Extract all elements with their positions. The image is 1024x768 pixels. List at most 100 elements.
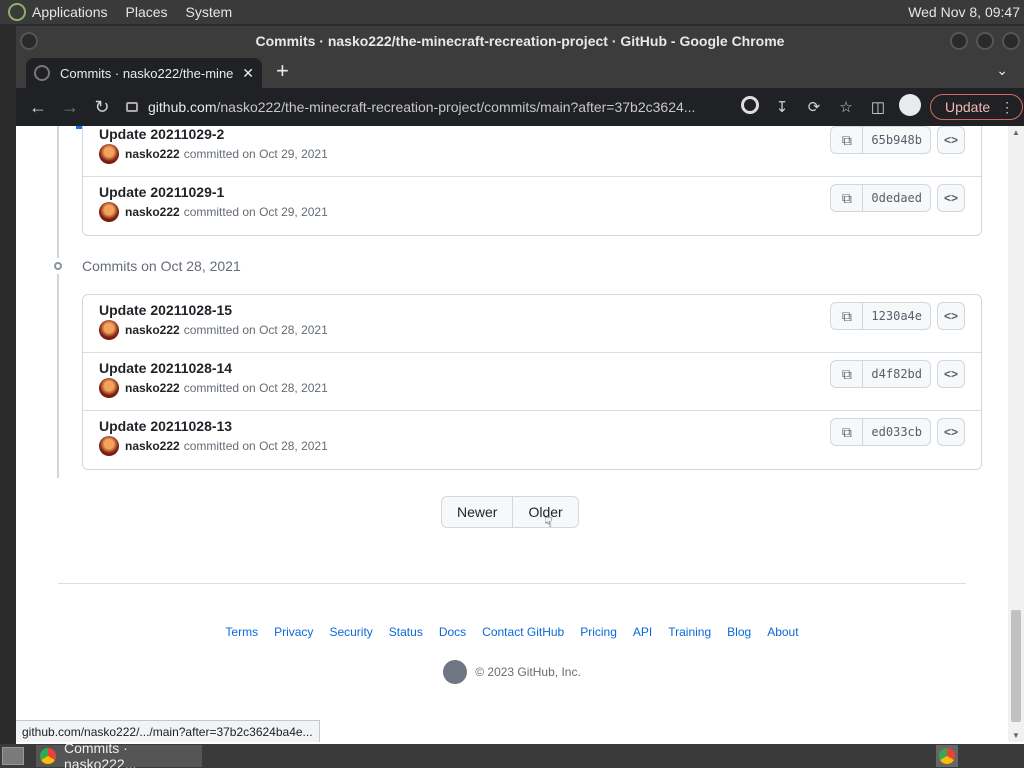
close-window-icon[interactable]	[1002, 32, 1020, 50]
scroll-down-icon[interactable]: ▼	[1012, 731, 1020, 740]
distro-logo-icon[interactable]	[8, 3, 26, 21]
copy-sha-icon[interactable]: ⧉	[831, 303, 864, 329]
window-menu-icon[interactable]	[20, 32, 38, 50]
scroll-up-icon[interactable]: ▲	[1012, 128, 1020, 137]
taskbar: Commits · nasko222...	[0, 740, 1024, 768]
new-tab-button[interactable]: +	[276, 58, 289, 84]
browser-toolbar: ← → ↻ github.com/nasko222/the-minecraft-…	[16, 88, 1024, 126]
tray-chrome-icon[interactable]	[936, 745, 958, 767]
google-lens-icon[interactable]	[734, 96, 766, 118]
applications-menu[interactable]: Applications	[32, 4, 108, 20]
url-host: github.com	[148, 99, 217, 115]
reload-icon[interactable]: ↻	[86, 97, 118, 118]
commit-sha[interactable]: 0dedaed	[863, 185, 930, 211]
github-mark-icon[interactable]	[443, 660, 468, 684]
commit-message[interactable]: Update 20211028-14	[99, 360, 232, 376]
install-app-icon[interactable]: ↧	[766, 98, 798, 116]
browse-repo-code-icon[interactable]: <>	[937, 418, 965, 446]
profile-avatar[interactable]	[894, 94, 926, 120]
top-panel: Applications Places System Wed Nov 8, 09…	[0, 0, 1024, 24]
page-viewport: Update 20211029-2 nasko222 committed on O…	[16, 126, 1008, 742]
bookmark-star-icon[interactable]: ☆	[830, 98, 862, 116]
kebab-menu-icon[interactable]: ⋮	[1000, 99, 1014, 116]
commit-author[interactable]: nasko222	[125, 323, 180, 337]
tab-close-icon[interactable]: ✕	[242, 65, 254, 82]
commit-row: Update 20211029-2 nasko222 committed on O…	[83, 126, 981, 177]
footer-links: Terms Privacy Security Status Docs Conta…	[16, 625, 1008, 639]
author-avatar[interactable]	[99, 436, 119, 456]
footer-link-about[interactable]: About	[767, 625, 798, 639]
lock-icon[interactable]	[126, 102, 138, 112]
footer-link-terms[interactable]: Terms	[225, 625, 258, 639]
browse-repo-code-icon[interactable]: <>	[937, 360, 965, 388]
pointer-hand-icon: ☟	[544, 514, 553, 530]
update-chrome-button[interactable]: Update ⋮	[930, 94, 1024, 120]
author-avatar[interactable]	[99, 320, 119, 340]
github-favicon-icon	[34, 65, 50, 81]
copy-sha-icon[interactable]: ⧉	[831, 127, 864, 153]
commit-message[interactable]: Update 20211028-13	[99, 418, 232, 434]
commit-message[interactable]: Update 20211028-15	[99, 302, 232, 318]
maximize-icon[interactable]	[976, 32, 994, 50]
footer-link-blog[interactable]: Blog	[727, 625, 751, 639]
footer-link-api[interactable]: API	[633, 625, 652, 639]
scrollbar-thumb[interactable]	[1011, 610, 1021, 722]
copyright-text: © 2023 GitHub, Inc.	[475, 665, 581, 679]
browse-repo-code-icon[interactable]: <>	[937, 126, 965, 154]
commit-author[interactable]: nasko222	[125, 381, 180, 395]
commit-row: Update 20211029-1 nasko222 committed on O…	[83, 177, 981, 235]
system-menu[interactable]: System	[186, 4, 233, 20]
timeline-line	[57, 126, 59, 258]
copy-sha-icon[interactable]: ⧉	[831, 185, 864, 211]
commit-author[interactable]: nasko222	[125, 205, 180, 219]
page-scrollbar[interactable]: ▲ ▼	[1008, 126, 1024, 742]
tab-search-chevron-icon[interactable]: ⌄	[996, 62, 1008, 79]
window-titlebar[interactable]: Commits · nasko222/the-minecraft-recreat…	[16, 26, 1024, 56]
browse-repo-code-icon[interactable]: <>	[937, 184, 965, 212]
commit-sha[interactable]: 65b948b	[863, 127, 930, 153]
footer-link-security[interactable]: Security	[329, 625, 372, 639]
commit-sha[interactable]: d4f82bd	[863, 361, 930, 387]
taskbar-chrome-window[interactable]: Commits · nasko222...	[36, 740, 202, 768]
commit-node-icon	[50, 258, 66, 274]
places-menu[interactable]: Places	[126, 4, 168, 20]
chrome-icon	[40, 748, 56, 764]
footer-copyright: © 2023 GitHub, Inc.	[16, 660, 1008, 684]
commit-row: Update 20211028-13 nasko222 committed on …	[83, 411, 981, 469]
commit-sha[interactable]: 1230a4e	[863, 303, 930, 329]
minimize-icon[interactable]	[950, 32, 968, 50]
side-panel-icon[interactable]: ◫	[862, 98, 894, 116]
footer-link-pricing[interactable]: Pricing	[580, 625, 617, 639]
footer-link-status[interactable]: Status	[389, 625, 423, 639]
commit-author[interactable]: nasko222	[125, 147, 180, 161]
footer-divider	[58, 583, 966, 584]
back-arrow-icon[interactable]: ←	[22, 97, 54, 118]
forward-arrow-icon[interactable]: →	[54, 97, 86, 118]
commit-message[interactable]: Update 20211029-1	[99, 184, 224, 200]
author-avatar[interactable]	[99, 202, 119, 222]
link-status-bubble: github.com/nasko222/.../main?after=37b2c…	[16, 720, 320, 742]
copy-sha-icon[interactable]: ⧉	[831, 361, 864, 387]
author-avatar[interactable]	[99, 144, 119, 164]
browse-repo-code-icon[interactable]: <>	[937, 302, 965, 330]
footer-link-training[interactable]: Training	[668, 625, 711, 639]
footer-link-docs[interactable]: Docs	[439, 625, 466, 639]
commit-sha[interactable]: ed033cb	[863, 419, 930, 445]
clock[interactable]: Wed Nov 8, 09:47	[908, 4, 1020, 20]
newer-button[interactable]: Newer	[442, 497, 514, 527]
commit-list: Update 20211029-2 nasko222 committed on O…	[82, 126, 982, 236]
tab-commits[interactable]: Commits · nasko222/the-mine ✕	[26, 58, 262, 88]
url-path: /nasko222/the-minecraft-recreation-proje…	[216, 99, 696, 115]
commit-date: committed on Oct 28, 2021	[183, 323, 328, 337]
share-icon[interactable]: ⟳	[798, 98, 830, 116]
pagination: Newer Older	[441, 496, 579, 528]
show-desktop-icon[interactable]	[2, 747, 24, 765]
author-avatar[interactable]	[99, 378, 119, 398]
address-bar[interactable]: github.com/nasko222/the-minecraft-recrea…	[126, 93, 726, 121]
commit-group-date: Commits on Oct 28, 2021	[82, 258, 241, 274]
commit-message[interactable]: Update 20211029-2	[99, 126, 224, 142]
footer-link-privacy[interactable]: Privacy	[274, 625, 313, 639]
copy-sha-icon[interactable]: ⧉	[831, 419, 864, 445]
commit-author[interactable]: nasko222	[125, 439, 180, 453]
footer-link-contact[interactable]: Contact GitHub	[482, 625, 564, 639]
